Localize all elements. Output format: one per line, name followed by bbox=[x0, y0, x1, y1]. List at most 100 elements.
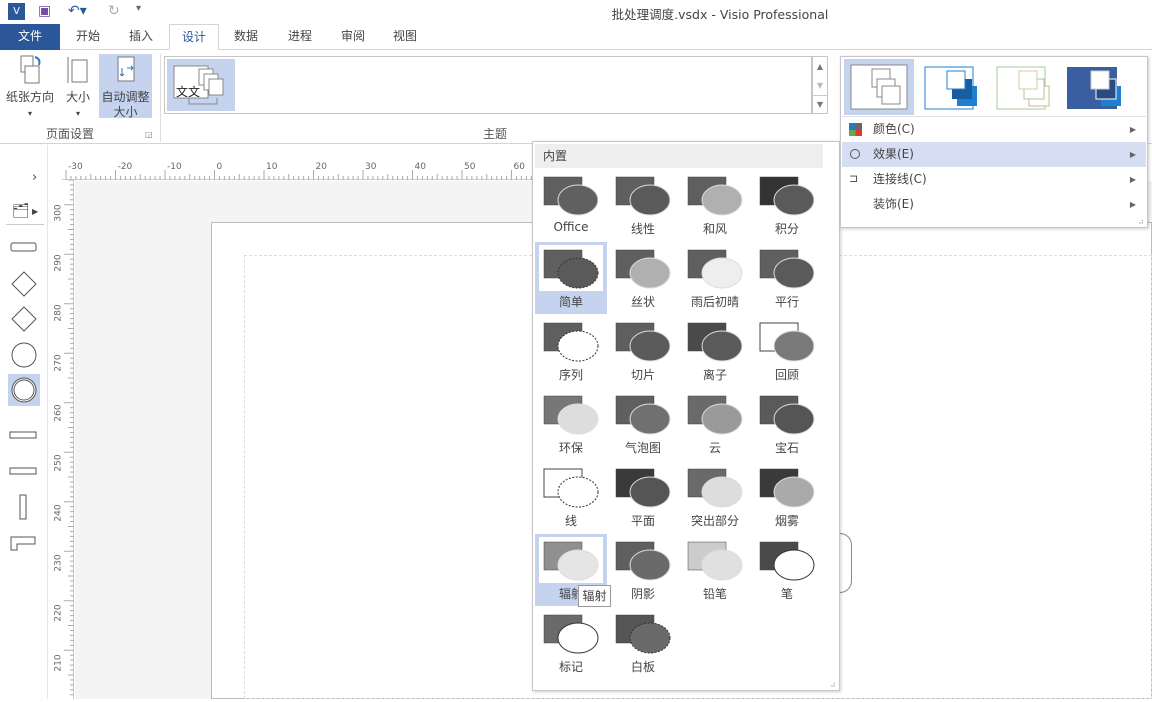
effect-item[interactable]: 切片 bbox=[607, 315, 679, 387]
effect-item[interactable]: 标记 bbox=[535, 607, 607, 679]
orientation-icon bbox=[20, 55, 41, 84]
effect-item[interactable]: 序列 bbox=[535, 315, 607, 387]
tab-home[interactable]: 开始 bbox=[64, 24, 112, 50]
effect-item[interactable]: 阴影 bbox=[607, 534, 679, 606]
effect-item[interactable]: 积分 bbox=[751, 169, 823, 241]
effect-item[interactable]: 烟雾 bbox=[751, 461, 823, 533]
orientation-label: 纸张方向 bbox=[5, 90, 54, 104]
effect-label: 线 bbox=[564, 514, 577, 528]
variant-3[interactable] bbox=[991, 59, 1061, 115]
size-label: 大小 bbox=[65, 90, 90, 104]
effect-item[interactable]: 线性 bbox=[607, 169, 679, 241]
tab-insert[interactable]: 插入 bbox=[117, 24, 165, 50]
effect-label: 回顾 bbox=[774, 368, 799, 382]
effect-item[interactable]: 平行 bbox=[751, 242, 823, 314]
ruler-label: 0 bbox=[216, 162, 223, 172]
variant-1[interactable] bbox=[844, 59, 914, 115]
ruler-label: 250 bbox=[53, 454, 64, 472]
ruler-label: 300 bbox=[53, 204, 64, 222]
effect-label: 标记 bbox=[558, 660, 583, 674]
tab-design[interactable]: 设计 bbox=[169, 24, 220, 50]
resize-grip-icon[interactable]: ⠴ bbox=[830, 680, 836, 689]
effect-thumbnail-icon bbox=[539, 537, 603, 583]
effect-item[interactable]: 宝石 bbox=[751, 388, 823, 460]
stencil-menu-icon[interactable]: ▶ bbox=[32, 207, 38, 216]
ruler-label: 40 bbox=[414, 162, 426, 172]
menu-item-connectors[interactable]: ⊐ 连接线(C) ▶ bbox=[842, 167, 1146, 192]
resize-grip-icon[interactable]: ⠴ bbox=[1138, 217, 1144, 226]
effect-item[interactable]: 雨后初晴 bbox=[679, 242, 751, 314]
autosize-button[interactable]: 自动调整 大小 bbox=[99, 54, 152, 119]
effect-thumbnail-icon bbox=[539, 391, 603, 437]
effect-item[interactable]: 铅笔 bbox=[679, 534, 751, 606]
title-bar: V ▣ ↶▾ ↻ ▾ 批处理调度.vsdx - Visio Profession… bbox=[0, 0, 1152, 24]
ruler-label: -10 bbox=[167, 162, 182, 172]
divider bbox=[6, 224, 44, 225]
gallery-more-icon[interactable]: ▼ bbox=[813, 95, 827, 113]
effect-label: 平行 bbox=[774, 295, 799, 309]
effect-item[interactable]: 离子 bbox=[679, 315, 751, 387]
effect-item[interactable]: 线 bbox=[535, 461, 607, 533]
tab-data[interactable]: 数据 bbox=[222, 24, 270, 50]
menu-item-label: 连接线(C) bbox=[873, 172, 927, 186]
menu-item-embellishment[interactable]: 装饰(E) ▶ bbox=[842, 192, 1146, 217]
themes-gallery: 文文 bbox=[164, 56, 812, 114]
effect-item[interactable]: 白板 bbox=[607, 607, 679, 679]
tab-review[interactable]: 审阅 bbox=[329, 24, 377, 50]
tab-file[interactable]: 文件 bbox=[0, 24, 60, 50]
effect-item[interactable]: 突出部分 bbox=[679, 461, 751, 533]
theme-office[interactable]: 文文 bbox=[167, 59, 235, 111]
stencil-icon[interactable]: 🗂 bbox=[12, 203, 30, 219]
orientation-button[interactable]: 纸张方向 ▾ bbox=[4, 54, 56, 118]
effect-item[interactable]: 丝状 bbox=[607, 242, 679, 314]
effect-label: 丝状 bbox=[630, 295, 655, 309]
circle-shape bbox=[11, 342, 37, 368]
effect-item[interactable]: 和风 bbox=[679, 169, 751, 241]
effect-item[interactable]: 环保 bbox=[535, 388, 607, 460]
effect-thumbnail-icon bbox=[755, 537, 819, 583]
variant-4[interactable] bbox=[1063, 59, 1133, 115]
ruler-label: -30 bbox=[68, 162, 83, 172]
dialog-launcher-icon[interactable]: ◲ bbox=[145, 130, 153, 139]
vertical-rect-shape bbox=[19, 494, 27, 520]
effect-item[interactable]: 笔 bbox=[751, 534, 823, 606]
scroll-down-icon[interactable]: ▼ bbox=[813, 76, 827, 95]
effect-label: 切片 bbox=[630, 368, 655, 382]
effect-label: 烟雾 bbox=[774, 514, 799, 528]
effect-item[interactable]: 气泡图 bbox=[607, 388, 679, 460]
effect-label: Office bbox=[553, 220, 589, 234]
effect-label: 笔 bbox=[780, 587, 793, 601]
effect-item[interactable]: 简单 bbox=[535, 242, 607, 314]
effect-item[interactable]: 平面 bbox=[607, 461, 679, 533]
effect-thumbnail-icon bbox=[611, 537, 675, 583]
effect-thumbnail-icon bbox=[611, 391, 675, 437]
shapes-panel: › 🗂 ▶ bbox=[0, 145, 48, 699]
variants-menu: 颜色(C) ▶ 效果(E) ▶ ⊐ 连接线(C) ▶ 装饰(E) ▶ ⠴ bbox=[840, 56, 1148, 228]
window-title: 批处理调度.vsdx - Visio Professional bbox=[611, 7, 829, 22]
variant-thumbnail-icon bbox=[996, 66, 1050, 110]
effect-item[interactable]: Office bbox=[535, 169, 607, 241]
effect-thumbnail-icon bbox=[755, 245, 819, 291]
submenu-arrow-icon: ▶ bbox=[1129, 125, 1136, 134]
menu-item-effects[interactable]: 效果(E) ▶ bbox=[842, 142, 1146, 167]
tab-view[interactable]: 视图 bbox=[381, 24, 429, 50]
effect-item[interactable]: 回顾 bbox=[751, 315, 823, 387]
tab-process[interactable]: 进程 bbox=[276, 24, 324, 50]
effect-item[interactable]: 云 bbox=[679, 388, 751, 460]
variant-thumbnail-icon bbox=[850, 64, 908, 110]
quick-shapes[interactable] bbox=[0, 235, 48, 655]
gallery-header: 内置 bbox=[535, 144, 823, 168]
variant-2[interactable] bbox=[919, 59, 989, 115]
page-setup-group-label: 页面设置 bbox=[46, 127, 95, 141]
menu-item-label: 颜色(C) bbox=[873, 122, 915, 136]
chevron-right-icon[interactable]: › bbox=[32, 170, 37, 185]
scroll-up-icon[interactable]: ▲ bbox=[813, 57, 827, 76]
size-button[interactable]: 大小 ▾ bbox=[62, 54, 94, 118]
menu-item-colors[interactable]: 颜色(C) ▶ bbox=[842, 117, 1146, 142]
tooltip: 辐射 bbox=[578, 585, 611, 607]
effect-label: 离子 bbox=[702, 368, 727, 382]
effect-label: 阴影 bbox=[630, 587, 655, 601]
color-grid-icon bbox=[849, 123, 862, 136]
rounded-rect-shape bbox=[10, 242, 37, 252]
gallery-scroll[interactable]: ▲ ▼ ▼ bbox=[812, 56, 828, 114]
